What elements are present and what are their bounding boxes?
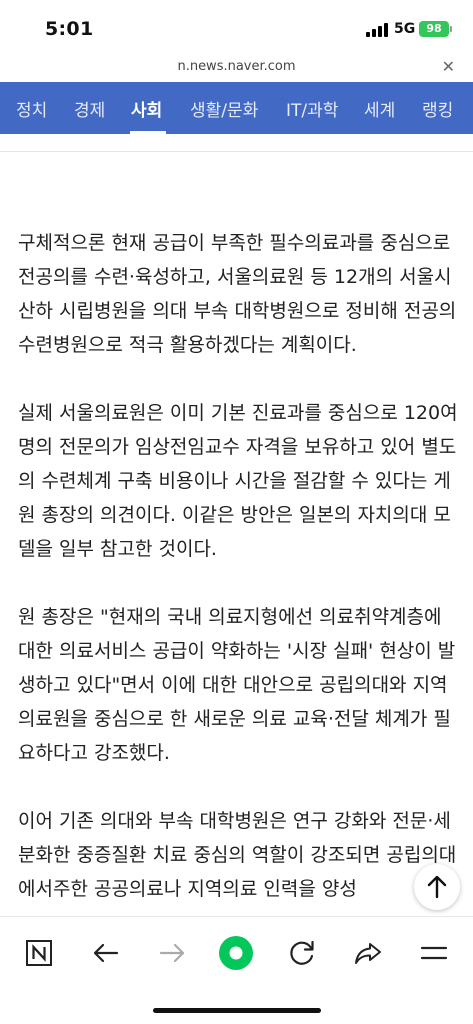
scroll-top-button[interactable] <box>414 864 460 910</box>
status-bar: 5:01 5G 98 <box>0 0 473 58</box>
url-text[interactable]: n.news.naver.com <box>0 59 473 74</box>
browser-bottom-bar <box>0 916 473 1024</box>
menu-button[interactable] <box>412 931 456 975</box>
url-bar[interactable]: n.news.naver.com ✕ <box>0 56 473 82</box>
close-icon[interactable]: ✕ <box>442 57 455 76</box>
green-dot-button[interactable] <box>214 931 258 975</box>
back-arrow-icon <box>93 943 119 963</box>
forward-button[interactable] <box>150 931 194 975</box>
article-paragraph: 실제 서울의료원은 이미 기본 진료과를 중심으로 120여 명의 전문의가 임… <box>18 402 458 560</box>
tab-ranking[interactable]: 랭킹 <box>422 96 453 121</box>
arrow-up-icon <box>427 875 447 899</box>
forward-arrow-icon <box>159 943 185 963</box>
section-tab-bar: 정치 경제 사회 생활/문화 IT/과학 세계 랭킹 <box>0 82 473 134</box>
status-time: 5:01 <box>45 18 94 40</box>
green-dot-icon <box>219 936 253 970</box>
tab-politics[interactable]: 정치 <box>16 96 47 121</box>
tab-life-culture[interactable]: 생활/문화 <box>190 96 258 121</box>
home-indicator <box>153 1008 321 1013</box>
tab-world[interactable]: 세계 <box>364 96 395 121</box>
signal-icon <box>366 23 388 37</box>
naver-home-button[interactable] <box>17 931 61 975</box>
menu-icon <box>420 946 448 960</box>
share-icon <box>355 943 381 964</box>
back-button[interactable] <box>84 931 128 975</box>
share-button[interactable] <box>346 931 390 975</box>
article-body: 구체적으론 현재 공급이 부족한 필수의료과를 중심으로 전공의를 수련·육성하… <box>18 226 458 916</box>
article-paragraph: 구체적으론 현재 공급이 부족한 필수의료과를 중심으로 전공의를 수련·육성하… <box>18 232 457 356</box>
reload-icon <box>290 940 314 965</box>
reload-button[interactable] <box>280 931 324 975</box>
tab-economy[interactable]: 경제 <box>74 96 105 121</box>
tab-society[interactable]: 사회 <box>131 96 162 121</box>
tab-it-science[interactable]: IT/과학 <box>286 96 338 121</box>
article-paragraph: 이어 기존 의대와 부속 대학병원은 연구 강화와 전문·세분화한 중증질환 치… <box>18 810 457 900</box>
naver-n-icon <box>26 940 52 966</box>
article-paragraph: 원 총장은 "현재의 국내 의료지형에선 의료취약계층에 대한 의료서비스 공급… <box>18 606 456 764</box>
sub-header-divider <box>0 134 473 152</box>
battery-level: 98 <box>426 22 442 35</box>
network-type: 5G <box>394 21 416 37</box>
battery-icon: 98 <box>419 21 452 37</box>
